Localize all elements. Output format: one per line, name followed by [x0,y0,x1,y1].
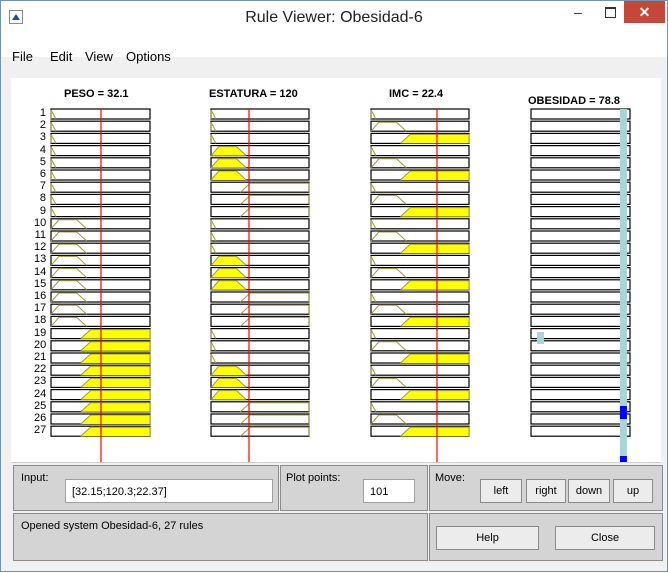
obesidad-rule-box [530,401,631,413]
close-button[interactable]: Close [555,526,655,550]
imc-rule-box [370,218,470,230]
plot-points-field[interactable]: 101 [363,479,415,503]
obesidad-rule-box [530,206,631,218]
status-panel: Opened system Obesidad-6, 27 rules [13,513,428,561]
imc-mf-fill [400,244,469,254]
obesidad-rule-box [530,169,631,181]
imc-rule-box [370,254,470,266]
peso-mf-fill [80,427,150,437]
imc-rule-box [370,328,470,340]
peso-mf-fill [80,354,150,363]
estatura-rule-box [210,218,310,230]
status-text: Opened system Obesidad-6, 27 rules [21,520,204,532]
obesidad-rule-box [530,413,631,425]
imc-mf-fill [400,427,469,437]
estatura-rule-box [210,328,310,340]
peso-mf-fill [80,402,150,412]
help-button[interactable]: Help [436,526,539,550]
obesidad-rule-box [530,352,631,364]
move-right-button[interactable]: right [526,479,566,503]
estatura-rule-box [210,352,310,364]
imc-mf-fill [400,134,469,144]
obesidad-rule-box [530,328,631,340]
obesidad-rule-box [530,340,631,352]
move-label: Move: [435,472,465,484]
peso-mf-fill [80,390,150,400]
peso-mf-fill [80,366,150,376]
obesidad-rule-box [530,242,631,254]
plot-points-label: Plot points: [286,472,341,484]
obesidad-rule-box [530,218,631,230]
obesidad-rule-box [530,303,631,315]
obesidad-rule-box [530,120,631,132]
imc-mf-fill [400,280,469,290]
move-down-button[interactable]: down [568,479,610,503]
obesidad-output-marker [619,406,627,419]
move-panel: Move: left right down up [429,465,663,511]
imc-mf-fill [400,390,469,400]
imc-mf-fill [400,354,469,363]
obesidad-rule-box [530,279,631,291]
estatura-rule-box [210,340,310,352]
move-left-button[interactable]: left [480,479,522,503]
estatura-rule-box [210,108,310,120]
obesidad-rule-box [530,291,631,303]
imc-rule-box [370,401,470,413]
input-field[interactable]: [32.15;120.3;22.37] [65,479,273,503]
estatura-rule-box [210,120,310,132]
obesidad-rule-box [530,364,631,376]
input-panel: Input: [32.15;120.3;22.37] [13,465,279,511]
input-label: Input: [21,472,49,484]
obesidad-rule-box [530,132,631,144]
imc-rule-box [370,108,470,120]
peso-mf-fill [80,329,150,339]
obesidad-rule-box [530,193,631,205]
estatura-rule-box [210,132,310,144]
plot-points-panel: Plot points: 101 [280,465,428,511]
estatura-rule-box [210,242,310,254]
obesidad-rule-box [530,254,631,266]
imc-rule-box [370,145,470,157]
obesidad-rule-box [530,315,631,327]
bottom-controls: Input: [32.15;120.3;22.37] Plot points: … [13,465,663,565]
obesidad-rule-box [530,376,631,388]
estatura-rule-box [210,230,310,242]
obesidad-rule-box [530,181,631,193]
peso-mf-fill [80,341,150,351]
imc-mf-fill [400,171,469,180]
imc-mf-fill [400,317,469,327]
imc-mf-fill [400,207,469,217]
move-up-button[interactable]: up [613,479,653,503]
imc-rule-box [370,181,470,193]
peso-mf-fill [80,415,150,424]
obesidad-rule-box [530,267,631,279]
rule-viewer-window: Rule Viewer: Obesidad-6 – ✕ File Edit Vi… [0,0,668,572]
obesidad-rule-box [530,145,631,157]
action-panel: Help Close [429,513,663,561]
obesidad-rule-box [530,389,631,401]
obesidad-rule-box [530,230,631,242]
obesidad-rule-box [530,157,631,169]
obesidad-output-marker [619,456,627,462]
imc-rule-box [370,291,470,303]
obesidad-rule-box [530,425,631,437]
obesidad-rule-box [530,108,631,120]
peso-mf-fill [80,378,150,388]
imc-rule-box [370,364,470,376]
obesidad-output-bar-segment [537,332,544,344]
